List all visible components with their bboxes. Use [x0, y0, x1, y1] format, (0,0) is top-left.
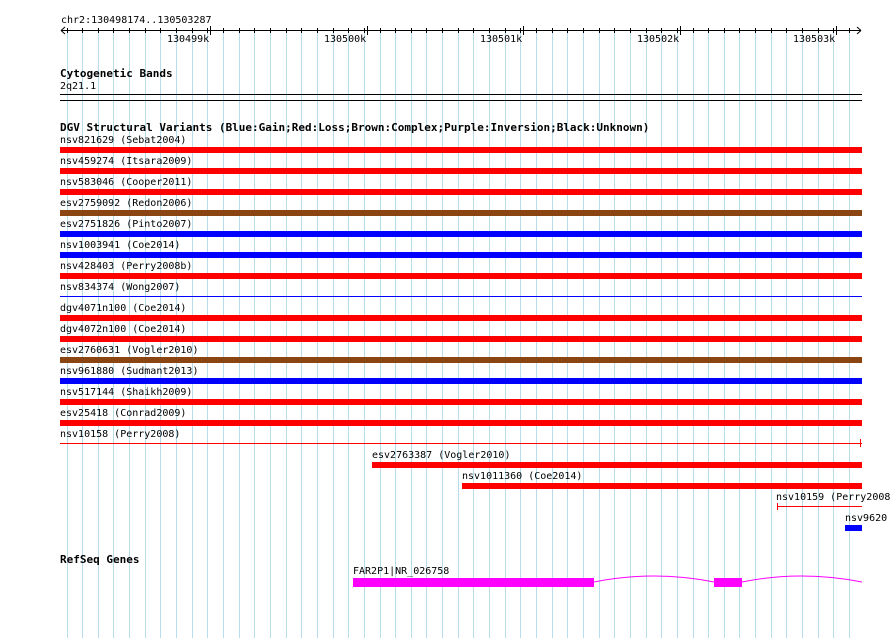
gene-exon: [714, 578, 742, 587]
gene-intron: [593, 575, 715, 583]
gene-intron: [741, 575, 863, 583]
gene-exon: [353, 578, 594, 587]
gene-model[interactable]: [0, 0, 890, 638]
